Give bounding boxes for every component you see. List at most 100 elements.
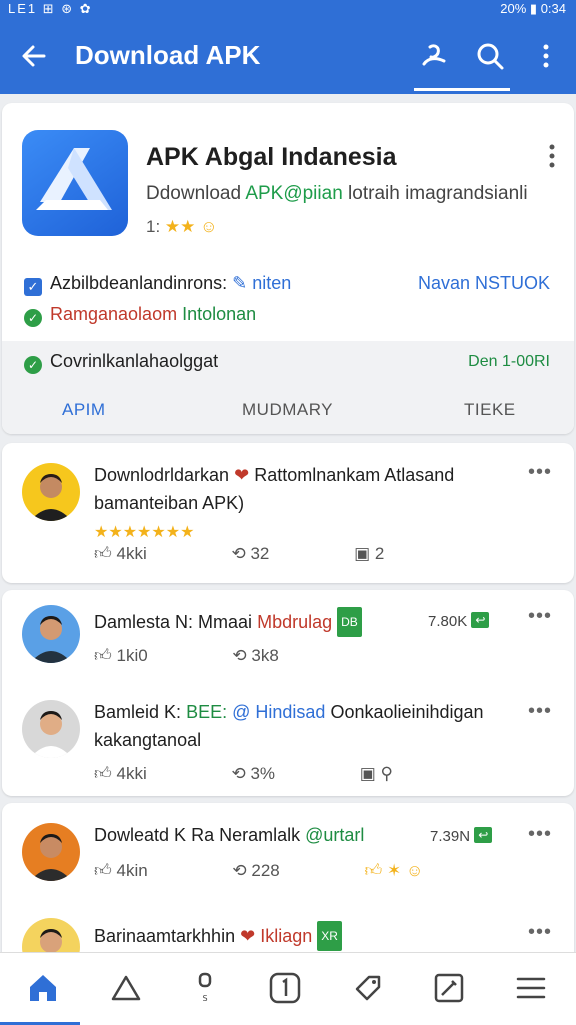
checkbox-icon[interactable]: ✓ — [24, 278, 42, 296]
post-more-icon[interactable]: ••• — [528, 700, 552, 723]
subtitle-part: lotraih imagrandsianli — [348, 183, 528, 204]
post-text: Bamleid K: BEE: @ Hindisad Oonkaolieinih… — [94, 698, 484, 754]
post-author[interactable]: Damlesta N: — [94, 612, 193, 632]
check-circle-icon: ✓ — [24, 309, 42, 327]
repost-button[interactable]: ⟲ 32 — [231, 544, 309, 563]
share-count: 2 — [374, 544, 385, 563]
post-line: Ra Neramlalk — [191, 825, 301, 845]
tag-badge: DB — [337, 607, 362, 637]
permissions-label: Azbilbdeanlandinrons: — [50, 273, 228, 293]
post-author[interactable]: Barinaamtarkhhin — [94, 926, 235, 946]
repost-button[interactable]: ⟲ 228 — [232, 861, 319, 880]
repost-count: 3k8 — [251, 646, 279, 665]
back-arrow-icon[interactable] — [18, 40, 50, 72]
check-label: Ramganaolaom — [50, 304, 178, 324]
share-button[interactable]: ▣ ⚲ — [360, 764, 393, 783]
rating: 1: ★★ ☺ — [146, 217, 218, 237]
svg-text:S: S — [202, 994, 207, 1003]
permissions-link[interactable]: ✎ niten — [232, 273, 291, 293]
subtitle-part: Ddownload — [146, 183, 242, 204]
like-count: 4kki — [116, 764, 147, 783]
page-title: Download APK — [75, 40, 261, 70]
app-name: APK Abgal Indanesia — [146, 143, 397, 171]
post-actions: 👍︎ 4kki ⟲ 32 ▣ 2 — [94, 543, 464, 564]
repost-button[interactable]: ⟲ 3k8 — [232, 646, 318, 665]
status-value: Den 1-00RI — [468, 353, 550, 370]
share-button[interactable]: ▣ 2 — [354, 544, 424, 563]
triangle-icon[interactable] — [109, 971, 143, 1005]
post-line: Oonkaolieinihdigan — [330, 702, 484, 722]
square-counter-icon[interactable] — [268, 971, 302, 1005]
post-more-icon[interactable]: ••• — [528, 461, 552, 484]
card-more-icon[interactable] — [548, 143, 556, 169]
bottom-navigation: S — [0, 952, 576, 1025]
reaction-emoji-icon[interactable]: 👍︎ ✶ ☺ — [365, 861, 424, 880]
post-line: BEE: — [186, 702, 228, 722]
like-count: 1ki0 — [116, 646, 148, 665]
post-author[interactable]: Downlodrldarkan — [94, 465, 229, 485]
post-line: bamanteiban APK) — [94, 493, 245, 513]
tab-summary[interactable]: MUDMARY — [242, 400, 333, 420]
post-text: Dowleatd K Ra Neramlalk @urtarl — [94, 821, 364, 849]
avatar[interactable] — [22, 463, 80, 521]
post-card: Damlesta N: Mmaai Mbdrulag DB 7.80K ↩ ••… — [2, 590, 574, 796]
tag-badge: XR — [317, 921, 342, 951]
post-more-icon[interactable]: ••• — [528, 921, 552, 944]
permissions-row: ✓ Azbilbdeanlandinrons: ✎ niten — [24, 273, 291, 296]
menu-icon[interactable] — [514, 971, 548, 1005]
rating-number: 1: — [146, 217, 161, 236]
app-info-card: APK Abgal Indanesia Ddownload APK@piian … — [2, 103, 574, 434]
smile-emoji-icon: ☺ — [200, 217, 218, 236]
post-line: kakangtanoal — [94, 730, 202, 750]
like-button[interactable]: 👍︎ 4kki — [94, 544, 187, 563]
post-count: 7.80K ↩ — [428, 612, 490, 630]
tag-icon[interactable] — [351, 971, 385, 1005]
home-icon[interactable] — [26, 971, 60, 1005]
like-count: 4kin — [116, 861, 148, 880]
profile-icon[interactable] — [418, 40, 450, 72]
post-author[interactable]: Dowleatd K — [94, 825, 186, 845]
post-count: 7.39N ↩ — [430, 827, 493, 845]
more-vert-icon[interactable] — [530, 40, 562, 72]
check-circle-icon: ✓ — [24, 356, 42, 374]
post-text: Barinaamtarkhhin ❤ Ikliagn XR — [94, 921, 342, 951]
post-more-icon[interactable]: ••• — [528, 823, 552, 846]
subtitle-link[interactable]: APK@piian — [245, 183, 342, 204]
post-actions: 👍︎ 4kin ⟲ 228 👍︎ ✶ ☺ — [94, 860, 463, 881]
edit-note-icon[interactable] — [432, 971, 466, 1005]
shop-icon[interactable]: S — [188, 971, 222, 1005]
search-icon[interactable] — [474, 40, 506, 72]
status-row: ✓ Covrinlkanlahaolggat — [24, 351, 218, 374]
tab-apim[interactable]: APIM — [62, 400, 106, 420]
app-subtitle: Ddownload APK@piian lotraih imagrandsian… — [146, 183, 528, 205]
check-row: ✓ Ramganaolaom Intolonan — [24, 304, 256, 327]
avatar[interactable] — [22, 605, 80, 663]
active-tab-indicator — [414, 88, 510, 91]
status-left: LE1 ⊞ ⊛ ✿ — [8, 1, 93, 16]
permissions-link-text: niten — [252, 273, 292, 293]
post-mention[interactable]: @urtarl — [305, 825, 364, 845]
like-button[interactable]: 👍︎ 4kki — [94, 764, 187, 783]
post-actions: 👍︎ 4kki ⟲ 3% ▣ ⚲ — [94, 763, 433, 784]
app-bar: Download APK — [0, 18, 576, 94]
repost-button[interactable]: ⟲ 3% — [231, 764, 315, 783]
like-button[interactable]: 👍︎ 1ki0 — [94, 646, 188, 665]
avatar[interactable] — [22, 823, 80, 881]
post-line: Mbdrulag — [257, 612, 333, 632]
like-button[interactable]: 👍︎ 4kin — [94, 861, 188, 880]
app-logo-icon[interactable] — [22, 130, 128, 236]
repost-count: 3% — [250, 764, 276, 783]
count-value: 7.80K — [428, 613, 468, 630]
post-actions: 👍︎ 1ki0 ⟲ 3k8 — [94, 645, 359, 666]
tab-tieke[interactable]: TIEKE — [464, 400, 516, 420]
reply-badge-icon: ↩ — [471, 612, 490, 628]
rating-stars: ★★ — [164, 217, 196, 236]
repost-count: 228 — [251, 861, 280, 880]
post-line: Mmaai — [198, 612, 253, 632]
post-mention[interactable]: @ Hindisad — [232, 702, 325, 722]
post-author[interactable]: Bamleid K: — [94, 702, 181, 722]
post-line: Ikliagn — [260, 926, 313, 946]
permissions-action[interactable]: Navan NSTUOK — [418, 273, 550, 294]
post-more-icon[interactable]: ••• — [528, 605, 552, 628]
avatar[interactable] — [22, 700, 80, 758]
